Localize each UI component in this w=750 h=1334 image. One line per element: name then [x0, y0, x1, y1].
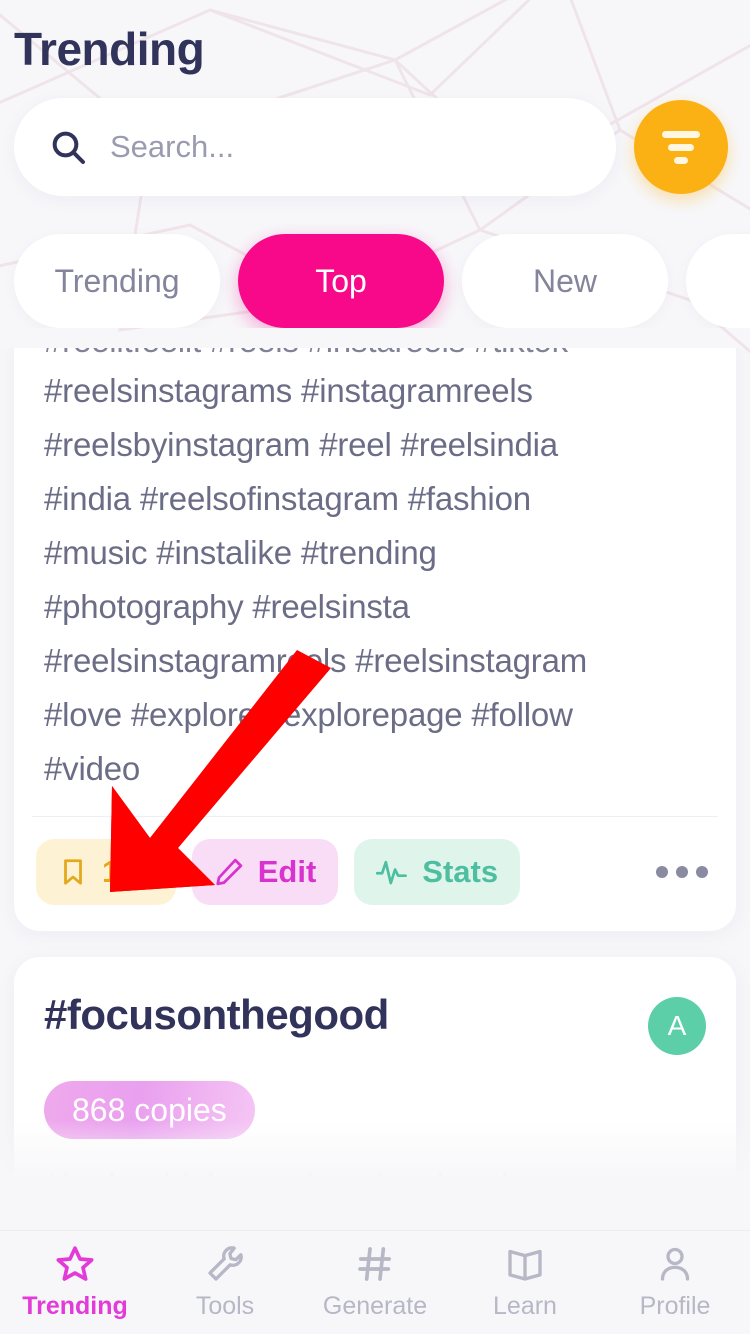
nav-item-tools[interactable]: Tools	[150, 1244, 300, 1321]
more-horizontal-icon[interactable]	[656, 866, 708, 878]
hashtag-title: #focusonthegood	[44, 991, 648, 1039]
hashtag-line: #india #reelsofinstagram #fashion	[44, 472, 706, 526]
person-icon	[655, 1244, 695, 1284]
filter-button[interactable]	[634, 100, 728, 194]
activity-pulse-icon	[376, 857, 408, 887]
stats-label: Stats	[422, 854, 498, 890]
nav-label: Profile	[640, 1292, 711, 1321]
nav-label: Learn	[493, 1292, 557, 1321]
hashtag-line: #reelsbyinstagram #reel #reelsindia	[44, 418, 706, 472]
hashtag-line: #photography #reelsinsta	[44, 580, 706, 634]
avatar[interactable]: A	[648, 997, 706, 1055]
chip-new[interactable]: New	[462, 234, 668, 328]
hashtag-card-1[interactable]: #reelitfeelit #reels #instareels #tiktok…	[14, 348, 736, 931]
stats-button[interactable]: Stats	[354, 839, 520, 905]
bookmark-icon	[58, 857, 88, 887]
edit-label: Edit	[258, 854, 317, 890]
hashtag-line: #reelsinstagrams #instagramreels	[44, 364, 706, 418]
star-icon	[55, 1244, 95, 1284]
nav-label: Trending	[22, 1292, 128, 1321]
nav-item-trending[interactable]: Trending	[0, 1244, 150, 1321]
app-screen: Trending Search... Trending Top New R #r…	[0, 0, 750, 1334]
page-title: Trending	[0, 0, 750, 76]
hashtag-line: #reelsinstagramreels #reelsinstagram	[44, 634, 706, 688]
hashtag-feed[interactable]: #reelitfeelit #reels #instareels #tiktok…	[0, 348, 750, 1190]
hashtag-text-preview: #bethankfuleveryday #inspireothers	[14, 1139, 736, 1190]
save-count: 195	[102, 854, 154, 890]
nav-item-profile[interactable]: Profile	[600, 1244, 750, 1321]
hashtag-line: #reelitfeelit #reels #instareels #tiktok	[44, 348, 706, 356]
hashtag-text-block: #reelitfeelit #reels #instareels #tiktok…	[14, 348, 736, 796]
hashtag-line: #video	[44, 742, 706, 796]
edit-button[interactable]: Edit	[192, 839, 339, 905]
hashtag-line: #love #explore #explorepage #follow	[44, 688, 706, 742]
chip-top[interactable]: Top	[238, 234, 444, 328]
card-header: #focusonthegood A	[14, 957, 736, 1055]
card-actions: 195 Edit Stats	[14, 817, 736, 931]
hashtag-card-2[interactable]: #focusonthegood A 868 copies #bethankful…	[14, 957, 736, 1190]
copies-badge: 868 copies	[44, 1081, 255, 1139]
nav-item-generate[interactable]: Generate	[300, 1244, 450, 1321]
search-icon	[48, 127, 88, 167]
filter-chips[interactable]: Trending Top New R	[0, 196, 750, 328]
nav-label: Tools	[196, 1292, 254, 1321]
wrench-icon	[205, 1244, 245, 1284]
hashtag-line: #music #instalike #trending	[44, 526, 706, 580]
hash-icon	[355, 1244, 395, 1284]
bottom-navigation[interactable]: Trending Tools Generate Learn	[0, 1230, 750, 1334]
filter-funnel-icon	[662, 131, 700, 164]
chip-trending[interactable]: Trending	[14, 234, 220, 328]
nav-item-learn[interactable]: Learn	[450, 1244, 600, 1321]
search-placeholder: Search...	[110, 129, 234, 165]
book-icon	[505, 1244, 545, 1284]
save-button[interactable]: 195	[36, 839, 176, 905]
search-row: Search...	[0, 76, 750, 196]
chip-r-partial[interactable]: R	[686, 234, 750, 328]
pencil-icon	[214, 857, 244, 887]
search-input[interactable]: Search...	[14, 98, 616, 196]
nav-label: Generate	[323, 1292, 427, 1321]
